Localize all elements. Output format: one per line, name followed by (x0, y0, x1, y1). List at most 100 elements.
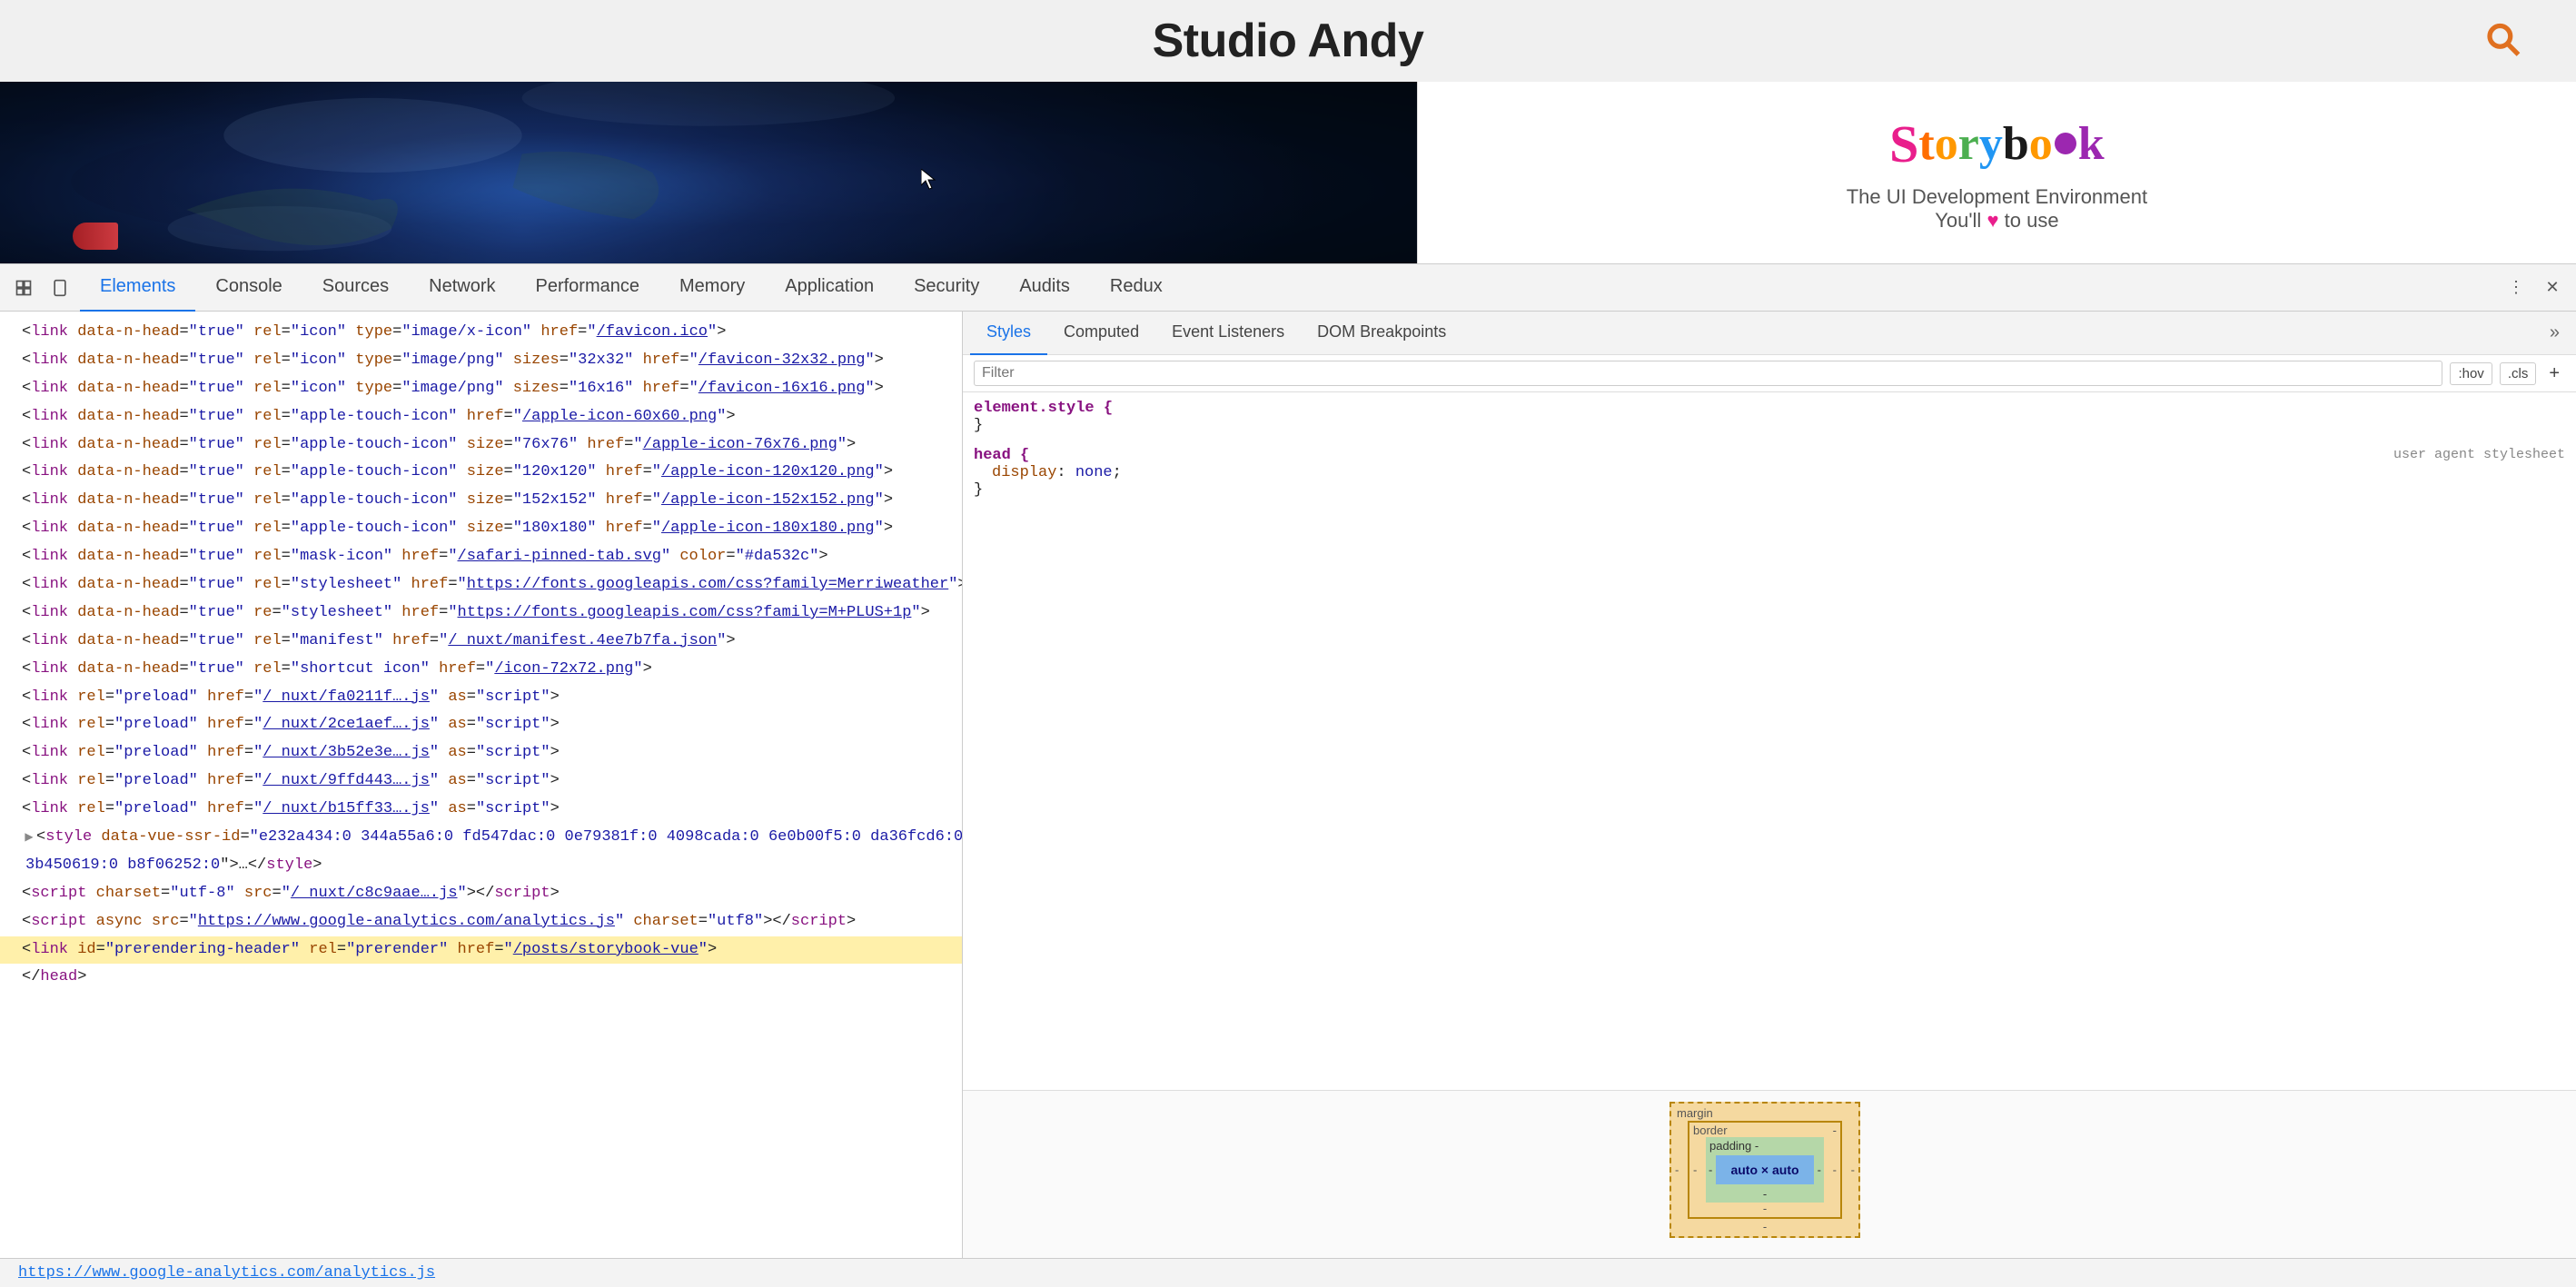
tab-memory[interactable]: Memory (659, 264, 765, 312)
css-close-brace: } (974, 417, 2565, 434)
styles-panel: Styles Computed Event Listeners DOM Brea… (963, 312, 2576, 1258)
tab-dom-breakpoints[interactable]: DOM Breakpoints (1301, 312, 1462, 355)
html-line-highlighted: <link id="prerendering-header" rel="prer… (0, 936, 962, 965)
html-line: <link data-n-head="true" rel="shortcut i… (0, 656, 962, 684)
html-line: <link rel="preload" href="/_nuxt/b15ff33… (0, 796, 962, 824)
padding-left-value: - (1709, 1163, 1712, 1177)
tab-network[interactable]: Network (409, 264, 515, 312)
page-title: Studio Andy (1153, 14, 1424, 68)
html-line: <script charset="utf-8" src="/_nuxt/c8c9… (0, 880, 962, 908)
top-bar: Studio Andy (0, 0, 2576, 82)
hov-button[interactable]: :hov (2450, 362, 2492, 385)
styles-tabs: Styles Computed Event Listeners DOM Brea… (963, 312, 2576, 355)
box-model-content: auto × auto (1716, 1155, 1813, 1184)
styles-filter-input[interactable] (974, 361, 2442, 386)
tab-sources[interactable]: Sources (302, 264, 409, 312)
tab-event-listeners[interactable]: Event Listeners (1155, 312, 1301, 355)
tab-audits[interactable]: Audits (999, 264, 1090, 312)
box-model: margin - - - border - - - - (1669, 1102, 1869, 1247)
border-dash: - (1833, 1124, 1837, 1137)
html-line: <link rel="preload" href="/_nuxt/fa0211f… (0, 684, 962, 712)
css-rule-head: head { user agent stylesheet display: no… (974, 447, 2565, 499)
box-model-margin: margin - - - border - - - - (1669, 1102, 1860, 1238)
html-line: <link data-n-head="true" rel="manifest" … (0, 628, 962, 656)
bottom-url-bar: https://www.google-analytics.com/analyti… (0, 1258, 2576, 1287)
css-selector: element.style { (974, 400, 2565, 417)
logo-o: o (1935, 117, 1958, 171)
logo-b: b (2003, 117, 2029, 171)
html-line: <link data-n-head="true" rel="stylesheet… (0, 571, 962, 599)
earth-background (0, 82, 1417, 263)
html-line: <link data-n-head="true" rel="apple-touc… (0, 403, 962, 431)
html-line: 3b450619:0 b8f06252:0">…</style> (0, 852, 962, 880)
box-model-container: margin - - - border - - - - (963, 1090, 2576, 1258)
padding-right-value: - (1818, 1163, 1821, 1177)
html-line: <link data-n-head="true" rel="icon" type… (0, 347, 962, 375)
cls-button[interactable]: .cls (2500, 362, 2537, 385)
devtools-toolbar: Elements Console Sources Network Perform… (0, 264, 2576, 312)
margin-label: margin (1677, 1106, 1713, 1120)
more-options-button[interactable]: ⋮ (2500, 272, 2532, 304)
devtools-panel: Elements Console Sources Network Perform… (0, 263, 2576, 1258)
css-rule-header: head { user agent stylesheet (974, 447, 2565, 464)
html-line: <link data-n-head="true" rel="icon" type… (0, 319, 962, 347)
add-rule-button[interactable]: + (2543, 363, 2565, 384)
html-line: <link data-n-head="true" rel="apple-touc… (0, 487, 962, 515)
logo-o2: o (2029, 117, 2053, 171)
html-line: <link rel="preload" href="/_nuxt/2ce1aef… (0, 711, 962, 739)
box-model-padding: padding - - - - auto × auto (1706, 1137, 1824, 1203)
margin-bottom-value: - (1763, 1220, 1767, 1233)
tab-elements[interactable]: Elements (80, 264, 195, 312)
html-line: <link data-n-head="true" rel="icon" type… (0, 375, 962, 403)
tab-application[interactable]: Application (765, 264, 894, 312)
inspect-element-button[interactable] (7, 272, 40, 304)
html-line: <link rel="preload" href="/_nuxt/3b52e3e… (0, 739, 962, 767)
html-line: </head> (0, 964, 962, 992)
devtools-toolbar-right: ⋮ ✕ (2500, 272, 2569, 304)
logo-circle (2055, 133, 2076, 154)
search-button[interactable] (2483, 20, 2522, 63)
tab-security[interactable]: Security (894, 264, 999, 312)
tab-redux[interactable]: Redux (1090, 264, 1183, 312)
logo-k: k (2078, 117, 2105, 171)
devtools-main: <link data-n-head="true" rel="icon" type… (0, 312, 2576, 1258)
padding-label: padding - (1709, 1139, 1759, 1153)
tab-styles[interactable]: Styles (970, 312, 1047, 355)
border-bottom-value: - (1763, 1202, 1767, 1215)
html-line: <link data-n-head="true" rel="apple-touc… (0, 459, 962, 487)
preview-hero-image (0, 82, 1417, 263)
search-icon (2483, 20, 2522, 58)
html-line: <link data-n-head="true" re="stylesheet"… (0, 599, 962, 628)
css-prop-display: display: none; (974, 464, 2565, 481)
html-line: <link data-n-head="true" rel="apple-touc… (0, 431, 962, 460)
border-right-value: - (1833, 1163, 1837, 1177)
border-left-value: - (1693, 1163, 1697, 1177)
html-line: <script async src="https://www.google-an… (0, 908, 962, 936)
html-line: <style data-vue-ssr-id="e232a434:0 344a5… (0, 824, 962, 852)
html-line: <link rel="preload" href="/_nuxt/9ffd443… (0, 767, 962, 796)
preview-storybook: Storybok The UI Development Environment … (1417, 82, 2576, 263)
tab-console[interactable]: Console (195, 264, 302, 312)
tab-performance[interactable]: Performance (516, 264, 660, 312)
css-close-brace: } (974, 481, 2565, 499)
margin-left-value: - (1675, 1163, 1679, 1177)
html-line: <link data-n-head="true" rel="mask-icon"… (0, 543, 962, 571)
html-line: <link data-n-head="true" rel="apple-touc… (0, 515, 962, 543)
margin-right-value: - (1851, 1163, 1855, 1177)
website-preview: Storybok The UI Development Environment … (0, 82, 2576, 263)
close-devtools-button[interactable]: ✕ (2536, 272, 2569, 304)
css-rules: element.style { } head { user agent styl… (963, 392, 2576, 1090)
tab-computed[interactable]: Computed (1047, 312, 1155, 355)
logo-r: r (1958, 117, 1979, 171)
logo-t: t (1918, 117, 1934, 171)
bottom-url-link[interactable]: https://www.google-analytics.com/analyti… (18, 1264, 435, 1282)
storybook-logo: Storybok (1889, 114, 2105, 174)
html-panel[interactable]: <link data-n-head="true" rel="icon" type… (0, 312, 963, 1258)
device-toolbar-button[interactable] (44, 272, 76, 304)
devtools-tabs: Elements Console Sources Network Perform… (80, 264, 1183, 312)
css-rule-element-style: element.style { } (974, 400, 2565, 434)
styles-tabs-more[interactable]: » (2541, 322, 2569, 343)
storybook-tagline: The UI Development Environment You'll ♥ … (1847, 185, 2147, 233)
logo-y: y (1979, 117, 2003, 171)
padding-bottom-value: - (1763, 1187, 1767, 1201)
